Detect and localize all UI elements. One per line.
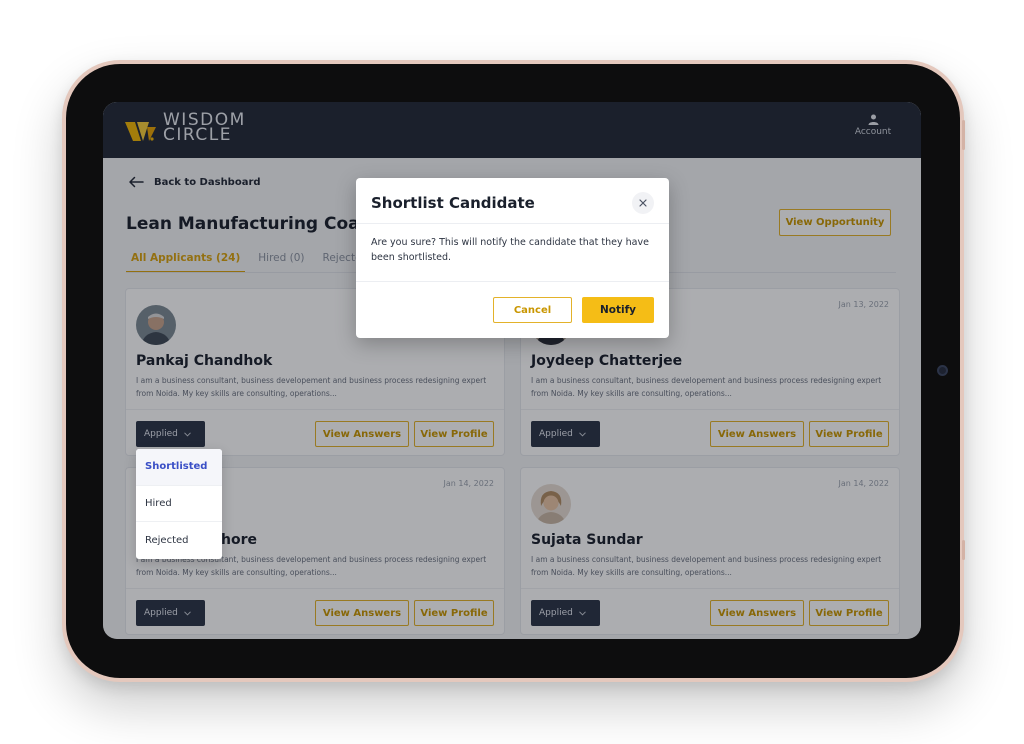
modal-message: Are you sure? This will notify the candi…	[371, 237, 649, 263]
cancel-button[interactable]: Cancel	[493, 297, 572, 323]
modal-title: Shortlist Candidate	[371, 194, 535, 212]
modal-divider	[356, 223, 669, 224]
front-camera	[937, 365, 948, 376]
status-option-shortlisted[interactable]: Shortlisted	[136, 449, 222, 486]
notify-button[interactable]: Notify	[582, 297, 654, 323]
status-option-rejected[interactable]: Rejected	[136, 522, 222, 559]
shortlist-modal: Shortlist Candidate Are you sure? This w…	[356, 178, 669, 338]
power-button	[962, 120, 965, 150]
modal-divider	[356, 281, 669, 282]
close-icon	[639, 199, 647, 207]
volume-button	[962, 540, 965, 560]
status-dropdown-menu: Shortlisted Hired Rejected	[136, 449, 222, 559]
close-button[interactable]	[632, 192, 654, 214]
status-option-hired[interactable]: Hired	[136, 486, 222, 523]
